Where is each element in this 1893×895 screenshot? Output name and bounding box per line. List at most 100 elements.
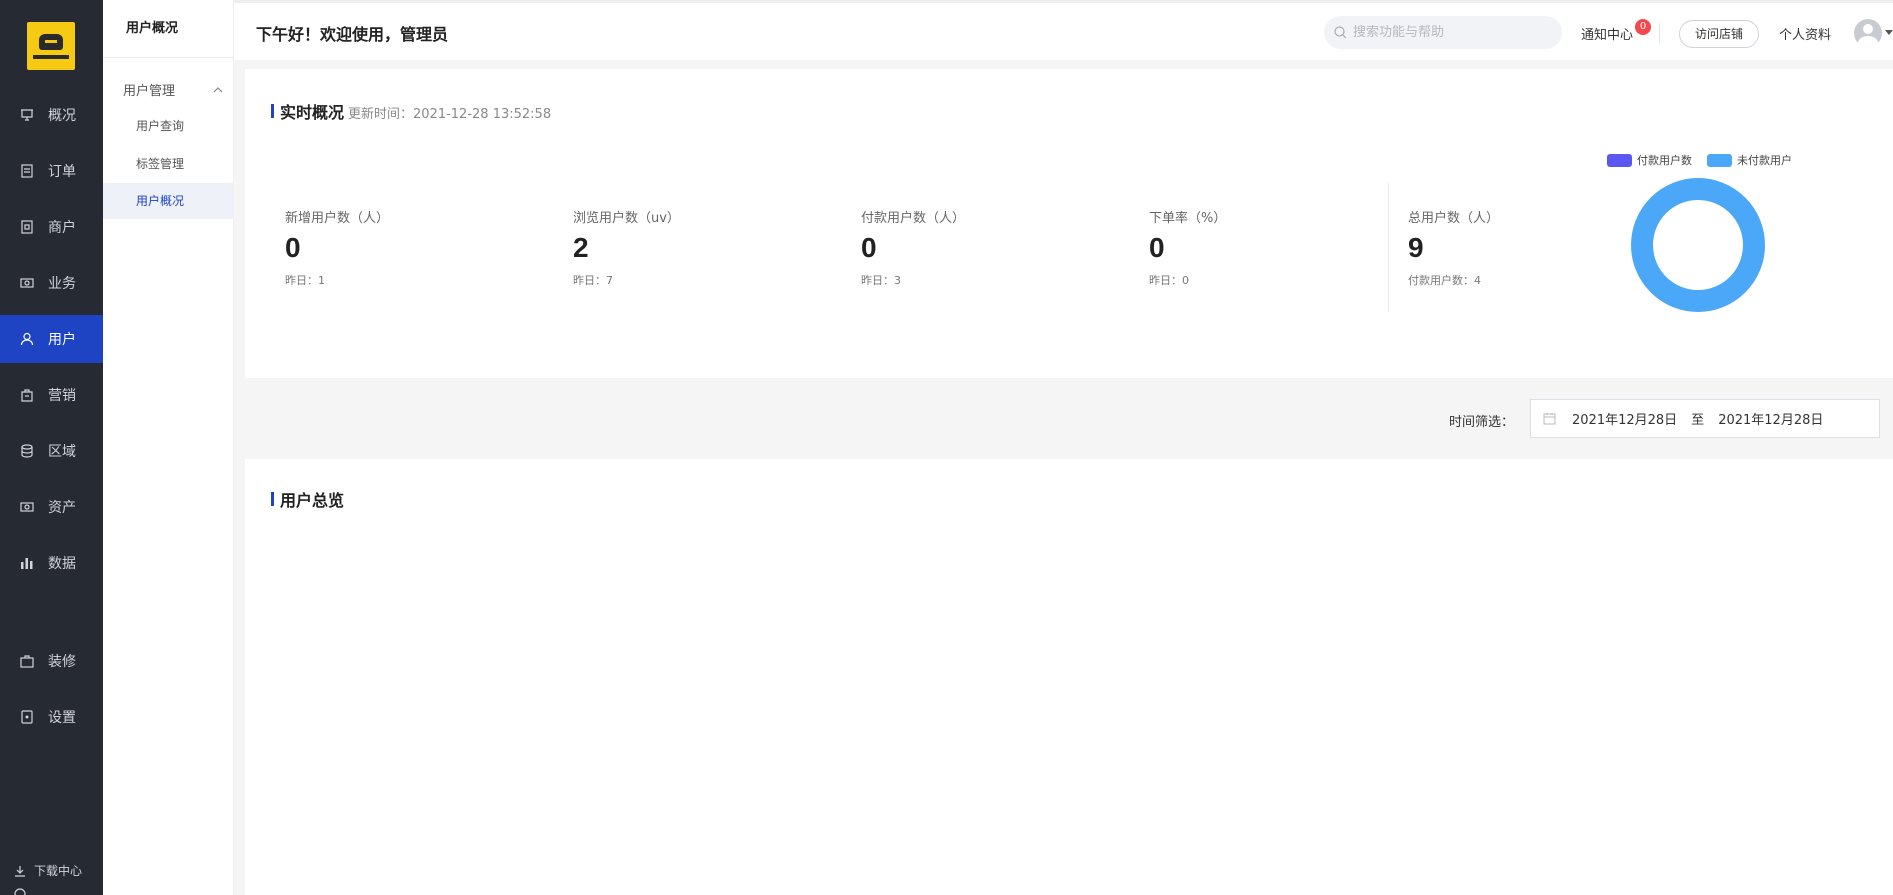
- search-input[interactable]: [1353, 25, 1543, 40]
- donut-slice-1[interactable]: [1631, 178, 1765, 312]
- presentation-icon: [20, 108, 34, 122]
- realtime-section-header: 实时概况 更新时间：2021-12-28 13:52:58: [271, 99, 551, 123]
- legend-item-unpaid[interactable]: 未付款用户: [1707, 152, 1792, 168]
- user-overview-card: 用户总览: [245, 459, 1893, 895]
- nav-item-merchants[interactable]: 商户: [0, 203, 103, 251]
- download-center-label: 下载中心: [34, 864, 83, 878]
- secondary-sidebar: 用户概况 用户管理 用户查询 标签管理 用户概况: [103, 0, 234, 895]
- briefcase-icon: [20, 654, 34, 668]
- nav-label: 业务: [48, 276, 76, 292]
- nav-item-marketing[interactable]: 营销: [0, 371, 103, 419]
- nav-item-decoration[interactable]: 装修: [0, 637, 103, 685]
- legend-item-paying[interactable]: 付款用户数: [1607, 152, 1692, 168]
- nav-label: 数据: [48, 556, 76, 572]
- stat-total-users: 总用户数（人） 9 付款用户数：4: [1408, 207, 1499, 288]
- help-link[interactable]: [14, 888, 34, 895]
- stat-label: 下单率（%）: [1149, 211, 1227, 226]
- subnav-title: 用户概况: [103, 0, 233, 58]
- chevron-up-icon: [213, 86, 223, 92]
- caret-down-icon[interactable]: [1885, 30, 1893, 35]
- visit-store-button[interactable]: 访问店铺: [1679, 20, 1759, 48]
- stat-paying-total: 付款用户数：4: [1408, 274, 1481, 287]
- stat-value: 0: [285, 232, 301, 263]
- legend-label: 未付款用户: [1737, 154, 1792, 167]
- update-time: 更新时间：2021-12-28 13:52:58: [348, 107, 552, 122]
- download-center-link[interactable]: 下载中心: [14, 862, 82, 879]
- nav-label: 营销: [48, 388, 76, 404]
- money-icon: [20, 276, 34, 290]
- stat-browse-users: 浏览用户数（uv） 2 昨日：7: [573, 207, 680, 288]
- wallet-icon: [20, 500, 34, 514]
- stat-yesterday: 昨日：3: [861, 274, 901, 287]
- shopping-bag-icon: [20, 388, 34, 402]
- download-icon: [15, 865, 25, 877]
- settings-icon: [20, 710, 34, 724]
- nav-label: 资产: [48, 500, 76, 516]
- stat-label: 付款用户数（人）: [861, 211, 966, 226]
- nav-item-overview[interactable]: 概况: [0, 91, 103, 139]
- subnav-item-user-query[interactable]: 用户查询: [103, 108, 234, 144]
- nav-label: 设置: [48, 710, 76, 726]
- stat-yesterday: 昨日：1: [285, 274, 325, 287]
- stat-label: 新增用户数（人）: [285, 211, 390, 226]
- stat-label: 浏览用户数（uv）: [573, 211, 680, 226]
- user-icon: [20, 332, 34, 346]
- notification-center[interactable]: 通知中心: [1581, 24, 1633, 43]
- legend-swatch: [1607, 153, 1632, 167]
- bar-chart-icon: [20, 556, 34, 570]
- search-icon: [1334, 26, 1347, 39]
- legend-swatch: [1707, 153, 1732, 167]
- calendar-icon: [1543, 413, 1556, 425]
- user-donut-chart: [1631, 178, 1765, 312]
- nav-label: 用户: [48, 332, 76, 348]
- document-icon: [20, 164, 34, 178]
- stat-value: 2: [573, 232, 589, 263]
- profile-link[interactable]: 个人资料: [1779, 24, 1831, 43]
- realtime-overview-card: 实时概况 更新时间：2021-12-28 13:52:58 新增用户数（人） 0…: [245, 69, 1893, 378]
- range-separator: 至: [1691, 413, 1705, 428]
- search-box[interactable]: [1324, 16, 1562, 49]
- avatar[interactable]: [1854, 19, 1882, 47]
- nav-item-orders[interactable]: 订单: [0, 147, 103, 195]
- nav-label: 订单: [48, 164, 76, 180]
- title-accent-bar: [271, 492, 274, 506]
- stat-value: 9: [1408, 232, 1424, 263]
- subnav-item-tag-management[interactable]: 标签管理: [103, 146, 234, 182]
- stat-order-rate: 下单率（%） 0 昨日：0: [1149, 207, 1226, 288]
- nav-label: 商户: [48, 220, 76, 236]
- greeting-text: 下午好！欢迎使用，管理员: [256, 25, 449, 44]
- main-sidebar: 概况 订单 商户 业务 用户 营销 区域 资产 数据 装修 设置 下载中心: [0, 0, 103, 895]
- subnav-item-user-overview[interactable]: 用户概况: [103, 183, 234, 219]
- nav-item-data[interactable]: 数据: [0, 539, 103, 587]
- nav-label: 概况: [48, 108, 76, 124]
- title-accent-bar: [271, 104, 274, 118]
- start-date[interactable]: 2021年12月28日: [1572, 409, 1677, 428]
- help-icon: [14, 888, 26, 895]
- nav-item-settings[interactable]: 设置: [0, 693, 103, 741]
- notification-badge: 0: [1635, 19, 1651, 35]
- legend-label: 付款用户数: [1637, 154, 1692, 167]
- database-icon: [20, 444, 34, 458]
- stat-value: 0: [861, 232, 877, 263]
- top-bar: 下午好！欢迎使用，管理员 通知中心 0 访问店铺 个人资料: [234, 0, 1893, 60]
- date-range-picker[interactable]: 2021年12月28日 至 2021年12月28日: [1530, 399, 1880, 438]
- nav-item-assets[interactable]: 资产: [0, 483, 103, 531]
- time-filter-label: 时间筛选：: [1449, 415, 1515, 430]
- stats-divider: [1388, 183, 1389, 312]
- section-title: 实时概况: [280, 103, 345, 122]
- stat-new-users: 新增用户数（人） 0 昨日：1: [285, 207, 389, 288]
- subnav-group-label: 用户管理: [123, 84, 176, 99]
- section-title: 用户总览: [280, 491, 345, 510]
- store-icon: [20, 220, 34, 234]
- stat-label: 总用户数（人）: [1408, 211, 1500, 226]
- stat-value: 0: [1149, 232, 1165, 263]
- brand-logo[interactable]: [27, 22, 75, 70]
- subnav-group-user-management[interactable]: 用户管理: [123, 80, 223, 99]
- nav-item-users[interactable]: 用户: [0, 315, 103, 363]
- end-date[interactable]: 2021年12月28日: [1718, 409, 1823, 428]
- nav-item-region[interactable]: 区域: [0, 427, 103, 475]
- divider: [1659, 23, 1660, 43]
- nav-item-business[interactable]: 业务: [0, 259, 103, 307]
- nav-label: 装修: [48, 654, 76, 670]
- overview-section-header: 用户总览: [271, 487, 344, 511]
